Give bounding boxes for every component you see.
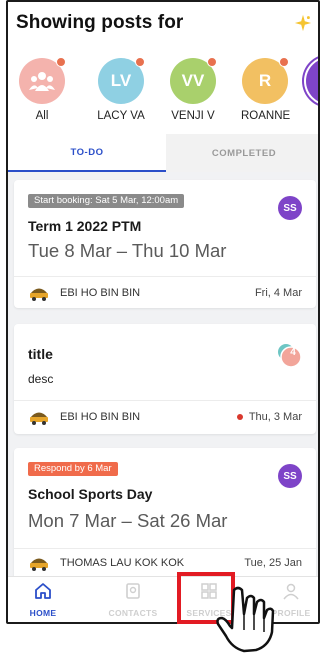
tab-todo[interactable]: TO-DO (8, 134, 166, 172)
card-title: School Sports Day (28, 486, 153, 502)
avatar-label: VENJI V (171, 110, 215, 122)
card-dates: Tue 8 Mar – Thu 10 Mar (28, 240, 227, 261)
card-desc: desc (28, 372, 54, 386)
avatar-initials: LV (110, 71, 132, 90)
group-icon (29, 72, 55, 91)
sparkle-icon[interactable] (294, 14, 312, 32)
notification-dot (207, 57, 217, 67)
nav-label: CONTACTS (108, 608, 158, 618)
avatar-lacy[interactable]: LV LACY VA (97, 57, 145, 122)
avatar-sta[interactable]: S STA (305, 58, 319, 122)
avatar-initials: VV (181, 71, 205, 90)
post-card[interactable]: 4 title desc EBI HO BIN BIN Thu, 3 Mar (14, 324, 316, 434)
card-dates: Mon 7 Mar – Sat 26 Mar (28, 510, 228, 531)
avatar: SS (278, 196, 302, 220)
status-badge: Respond by 6 Mar (28, 462, 118, 476)
phone-screen: Showing posts for All LV LACY VA VV VENJ… (6, 0, 320, 624)
post-date: Thu, 3 Mar (236, 411, 302, 423)
page-title: Showing posts for (16, 12, 184, 33)
avatar-initials: R (258, 71, 272, 90)
post-date: Tue, 25 Jan (244, 557, 302, 569)
avatar: LV (98, 57, 145, 104)
avatar-label: All (35, 110, 49, 122)
avatar-label: STA (305, 110, 319, 122)
read-count: 4 (290, 347, 296, 358)
avatar: S (306, 58, 318, 104)
pointing-hand-icon (216, 586, 275, 653)
school-bus-icon (30, 288, 48, 301)
avatar (19, 57, 66, 104)
divider (14, 548, 316, 549)
tab-completed[interactable]: COMPLETED (166, 134, 318, 172)
divider (14, 400, 316, 401)
child-selector: All LV LACY VA VV VENJI V R ROANNE (8, 46, 318, 134)
card-footer: THOMAS LAU KOK KOK Tue, 25 Jan (28, 552, 302, 574)
author-name: EBI HO BIN BIN (60, 287, 141, 299)
card-footer: EBI HO BIN BIN Fri, 4 Mar (28, 282, 302, 304)
card-footer: EBI HO BIN BIN Thu, 3 Mar (28, 406, 302, 428)
post-card[interactable]: Respond by 6 Mar SS School Sports Day Mo… (14, 448, 316, 588)
notification-dot (135, 57, 145, 67)
avatar-roanne[interactable]: R ROANNE (241, 57, 291, 122)
divider (14, 276, 316, 277)
notification-dot (56, 57, 66, 67)
post-date-text: Thu, 3 Mar (248, 411, 302, 423)
contacts-icon (126, 583, 140, 599)
header: Showing posts for (8, 2, 318, 46)
tab-bar: TO-DO COMPLETED (8, 134, 318, 172)
notification-dot (279, 57, 289, 67)
nav-contacts[interactable]: CONTACTS (94, 581, 172, 618)
post-card[interactable]: Start booking: Sat 5 Mar, 12:00am SS Ter… (14, 180, 316, 308)
avatar-venji[interactable]: VV VENJI V (169, 57, 217, 122)
nav-label: HOME (29, 608, 57, 618)
nav-home[interactable]: HOME (8, 581, 82, 618)
avatar: SS (278, 464, 302, 488)
unread-dot (236, 414, 243, 420)
avatar: R (242, 57, 289, 104)
avatar-label: ROANNE (241, 110, 291, 122)
status-badge: Start booking: Sat 5 Mar, 12:00am (28, 194, 185, 208)
school-bus-icon (30, 412, 48, 425)
author-name: EBI HO BIN BIN (60, 411, 141, 423)
avatar-label: LACY VA (97, 110, 145, 122)
card-title: title (28, 346, 53, 362)
avatar: VV (170, 57, 217, 104)
avatar-all[interactable]: All (18, 57, 66, 122)
home-icon (35, 583, 51, 599)
profile-icon (283, 583, 299, 600)
post-date: Fri, 4 Mar (254, 287, 302, 299)
author-name: THOMAS LAU KOK KOK (60, 557, 185, 569)
card-title: Term 1 2022 PTM (28, 218, 142, 234)
school-bus-icon (30, 558, 48, 571)
